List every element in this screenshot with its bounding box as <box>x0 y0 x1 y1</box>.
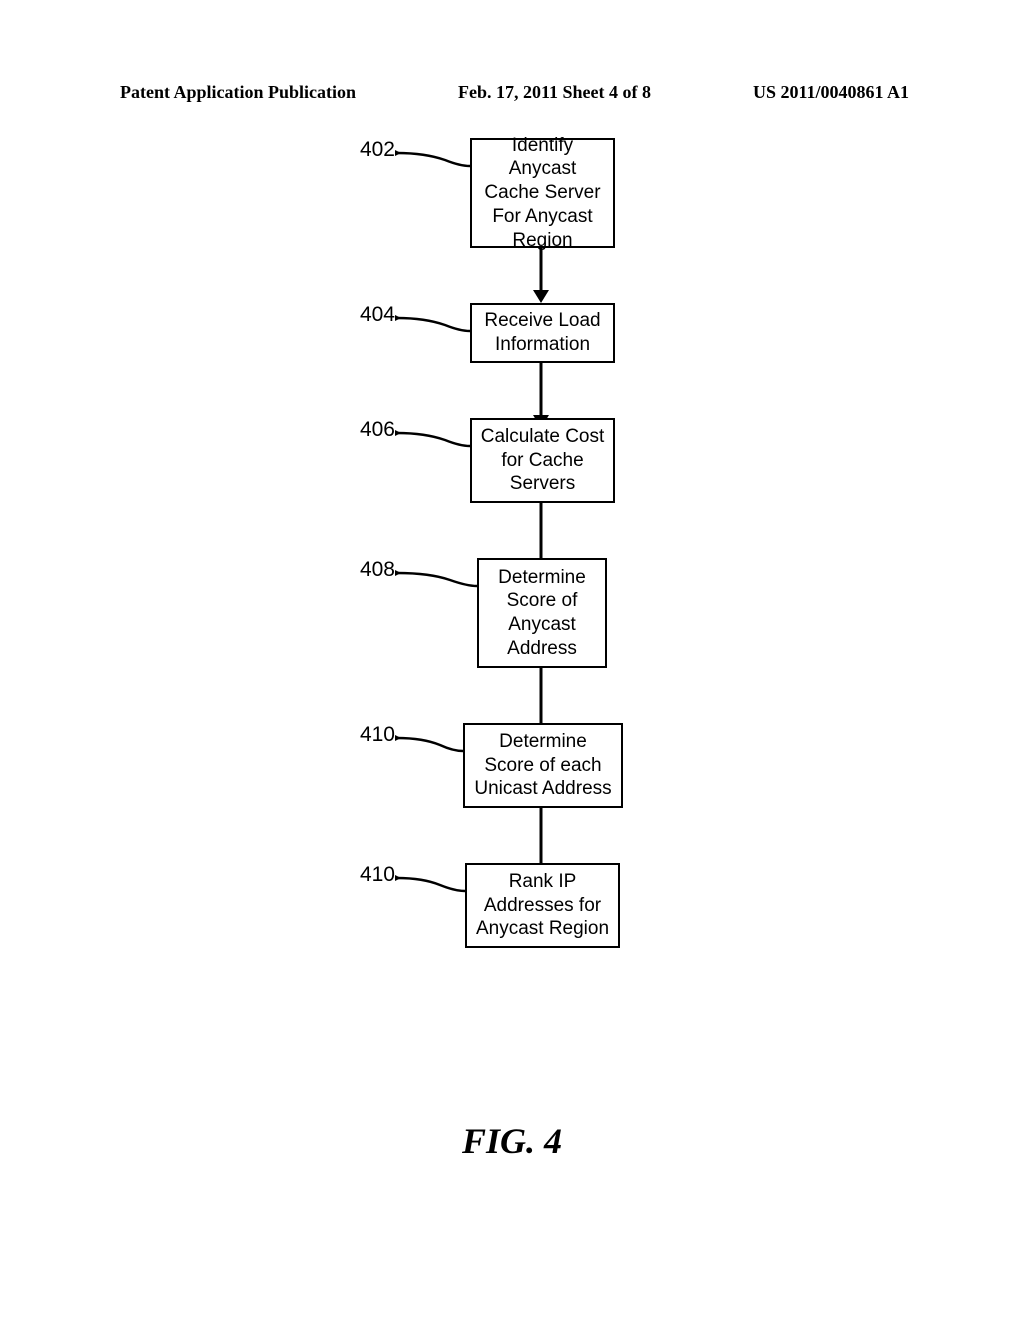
step-reference-label: 410 <box>345 863 395 887</box>
reference-connector <box>395 723 463 755</box>
figure-caption: FIG. 4 <box>0 1120 1024 1162</box>
flowchart-step: 410 Rank IP Addresses for Anycast Region <box>345 863 695 948</box>
reference-connector <box>395 558 477 590</box>
step-box: Determine Score of each Unicast Address <box>463 723 623 808</box>
flow-arrow <box>526 248 556 303</box>
step-reference-label: 408 <box>345 558 395 582</box>
step-box: Calculate Cost for Cache Servers <box>470 418 615 503</box>
step-reference-label: 410 <box>345 723 395 747</box>
step-reference-label: 404 <box>345 303 395 327</box>
flowchart-step: 404 Receive Load Information <box>345 303 695 363</box>
reference-connector <box>395 863 465 895</box>
reference-connector <box>395 418 470 450</box>
flowchart-step: 410 Determine Score of each Unicast Addr… <box>345 723 695 808</box>
header-date-sheet: Feb. 17, 2011 Sheet 4 of 8 <box>458 82 651 103</box>
step-box: Identify Anycast Cache Server For Anycas… <box>470 138 615 248</box>
flowchart-step: 406 Calculate Cost for Cache Servers <box>345 418 695 503</box>
page-header: Patent Application Publication Feb. 17, … <box>0 82 1024 103</box>
header-patent-number: US 2011/0040861 A1 <box>753 82 909 103</box>
step-reference-label: 402 <box>345 138 395 162</box>
step-reference-label: 406 <box>345 418 395 442</box>
flowchart-diagram: 402 Identify Anycast Cache Server For An… <box>345 138 695 1003</box>
flowchart-step: 408 Determine Score of Anycast Address <box>345 558 695 668</box>
reference-connector <box>395 303 470 335</box>
header-publication: Patent Application Publication <box>120 82 356 103</box>
step-box: Receive Load Information <box>470 303 615 363</box>
step-box: Determine Score of Anycast Address <box>477 558 607 668</box>
reference-connector <box>395 138 470 170</box>
step-box: Rank IP Addresses for Anycast Region <box>465 863 620 948</box>
flowchart-step: 402 Identify Anycast Cache Server For An… <box>345 138 695 248</box>
